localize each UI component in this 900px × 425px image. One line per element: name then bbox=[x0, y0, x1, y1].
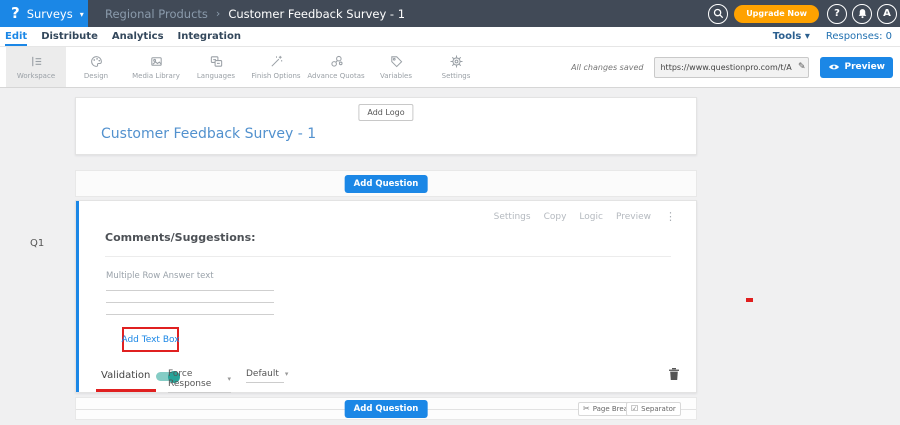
question-number: Q1 bbox=[30, 238, 44, 249]
search-icon bbox=[713, 8, 724, 19]
add-text-box-link[interactable]: Add Text Box bbox=[121, 335, 179, 345]
toolbar-item-media-library[interactable]: Media Library bbox=[126, 47, 186, 87]
product-name: Surveys bbox=[27, 7, 73, 21]
separator-button[interactable]: ☑ Separator bbox=[626, 402, 681, 416]
chevron-down-icon: ▾ bbox=[227, 375, 231, 383]
workspace-icon bbox=[29, 54, 44, 69]
toolbar-item-variables[interactable]: Variables bbox=[366, 47, 426, 87]
wand-icon bbox=[269, 54, 284, 69]
chevron-down-icon: ▾ bbox=[285, 370, 289, 378]
survey-url-field: ✎ bbox=[654, 57, 809, 78]
toolbar-item-finish-options[interactable]: Finish Options bbox=[246, 47, 306, 87]
notifications-button[interactable] bbox=[852, 4, 872, 24]
questionpro-logo-icon: ? bbox=[11, 6, 20, 21]
gear-icon bbox=[449, 54, 464, 69]
image-icon bbox=[149, 54, 164, 69]
toolbar-item-design[interactable]: Design bbox=[66, 47, 126, 87]
question-text-underline bbox=[105, 256, 671, 257]
validation-label: Validation bbox=[101, 370, 150, 381]
question-card: Settings Copy Logic Preview ⋮ Comments/S… bbox=[75, 200, 697, 393]
tab-distribute[interactable]: Distribute bbox=[41, 27, 98, 46]
force-response-dropdown[interactable]: Force Response ▾ bbox=[168, 369, 231, 393]
nav-row: Edit Distribute Analytics Integration To… bbox=[0, 27, 900, 47]
answer-row-line[interactable] bbox=[106, 290, 274, 291]
question-more-menu-icon[interactable]: ⋮ bbox=[665, 210, 676, 223]
question-preview-link[interactable]: Preview bbox=[616, 212, 651, 222]
annotation-red-underline bbox=[96, 389, 156, 392]
question-settings-link[interactable]: Settings bbox=[494, 212, 531, 222]
questionpro-app: ? Surveys ▾ Regional Products › Customer… bbox=[0, 0, 900, 425]
answer-text-input[interactable]: Multiple Row Answer text bbox=[106, 271, 214, 281]
translate-icon bbox=[209, 54, 224, 69]
editor-toolbar: Workspace Design Media Library Languages… bbox=[0, 47, 900, 88]
delete-question-button[interactable] bbox=[668, 367, 680, 384]
question-actions: Settings Copy Logic Preview ⋮ bbox=[494, 210, 676, 223]
help-icon: ? bbox=[834, 8, 840, 19]
add-question-strip-top: Add Question bbox=[75, 170, 697, 197]
tab-analytics[interactable]: Analytics bbox=[112, 27, 164, 46]
answer-row-line[interactable] bbox=[106, 314, 274, 315]
scissors-icon: ✂ bbox=[583, 405, 590, 413]
nav-right: Tools ▾ Responses: 0 bbox=[773, 31, 900, 42]
tab-integration[interactable]: Integration bbox=[178, 27, 241, 46]
annotation-red-dash bbox=[746, 298, 753, 302]
save-status: All changes saved bbox=[571, 63, 643, 72]
edit-url-pencil-icon[interactable]: ✎ bbox=[798, 62, 806, 72]
breadcrumb-parent[interactable]: Regional Products bbox=[105, 7, 208, 21]
add-question-strip-bottom: Add Question ✂ Page Break ☑ Separator bbox=[75, 397, 697, 420]
survey-title[interactable]: Customer Feedback Survey - 1 bbox=[101, 126, 316, 142]
search-button[interactable] bbox=[708, 4, 728, 24]
default-dropdown[interactable]: Default ▾ bbox=[246, 369, 284, 383]
question-copy-link[interactable]: Copy bbox=[544, 212, 567, 222]
add-question-button-top[interactable]: Add Question bbox=[345, 175, 428, 193]
chevron-down-icon: ▾ bbox=[80, 10, 84, 19]
help-button[interactable]: ? bbox=[827, 4, 847, 24]
toolbar-items: Workspace Design Media Library Languages… bbox=[0, 47, 486, 87]
toolbar-item-advance-quotas[interactable]: Advance Quotas bbox=[306, 47, 366, 87]
breadcrumb: Regional Products › Customer Feedback Su… bbox=[105, 7, 405, 21]
quota-links-icon bbox=[329, 54, 344, 69]
question-accent-bar bbox=[76, 201, 79, 392]
eye-icon bbox=[828, 63, 840, 71]
toolbar-item-workspace[interactable]: Workspace bbox=[6, 47, 66, 87]
survey-header-card: Add Logo Customer Feedback Survey - 1 bbox=[75, 97, 697, 155]
topbar-actions: Upgrade Now ? A bbox=[708, 4, 900, 24]
add-logo-button[interactable]: Add Logo bbox=[358, 104, 413, 121]
survey-canvas: Q1 Add Logo Customer Feedback Survey - 1… bbox=[0, 88, 900, 425]
toolbar-item-languages[interactable]: Languages bbox=[186, 47, 246, 87]
trash-icon bbox=[668, 367, 680, 381]
annotation-highlight-box: Add Text Box bbox=[122, 327, 179, 352]
question-logic-link[interactable]: Logic bbox=[579, 212, 603, 222]
palette-icon bbox=[89, 54, 104, 69]
toolbar-right: All changes saved ✎ Preview bbox=[571, 57, 900, 78]
top-bar: ? Surveys ▾ Regional Products › Customer… bbox=[0, 0, 900, 27]
add-question-button-bottom[interactable]: Add Question bbox=[345, 400, 428, 418]
tag-icon bbox=[389, 54, 404, 69]
main-tabs: Edit Distribute Analytics Integration bbox=[0, 27, 241, 46]
surveys-menu[interactable]: ? Surveys ▾ bbox=[0, 0, 88, 27]
avatar-initial: A bbox=[883, 8, 891, 19]
account-avatar[interactable]: A bbox=[877, 4, 897, 24]
question-text[interactable]: Comments/Suggestions: bbox=[105, 231, 256, 244]
tab-edit[interactable]: Edit bbox=[5, 27, 27, 46]
toolbar-item-settings[interactable]: Settings bbox=[426, 47, 486, 87]
responses-count-link[interactable]: Responses: 0 bbox=[826, 31, 892, 42]
breadcrumb-current: Customer Feedback Survey - 1 bbox=[228, 7, 405, 21]
upgrade-now-button[interactable]: Upgrade Now bbox=[734, 5, 819, 23]
breadcrumb-separator-icon: › bbox=[216, 7, 220, 20]
answer-row-line[interactable] bbox=[106, 302, 274, 303]
checkbox-checked-icon: ☑ bbox=[631, 405, 638, 413]
tools-menu[interactable]: Tools ▾ bbox=[773, 31, 810, 42]
preview-button[interactable]: Preview bbox=[820, 57, 893, 78]
bell-icon bbox=[857, 8, 868, 19]
survey-url-input[interactable] bbox=[654, 57, 809, 78]
